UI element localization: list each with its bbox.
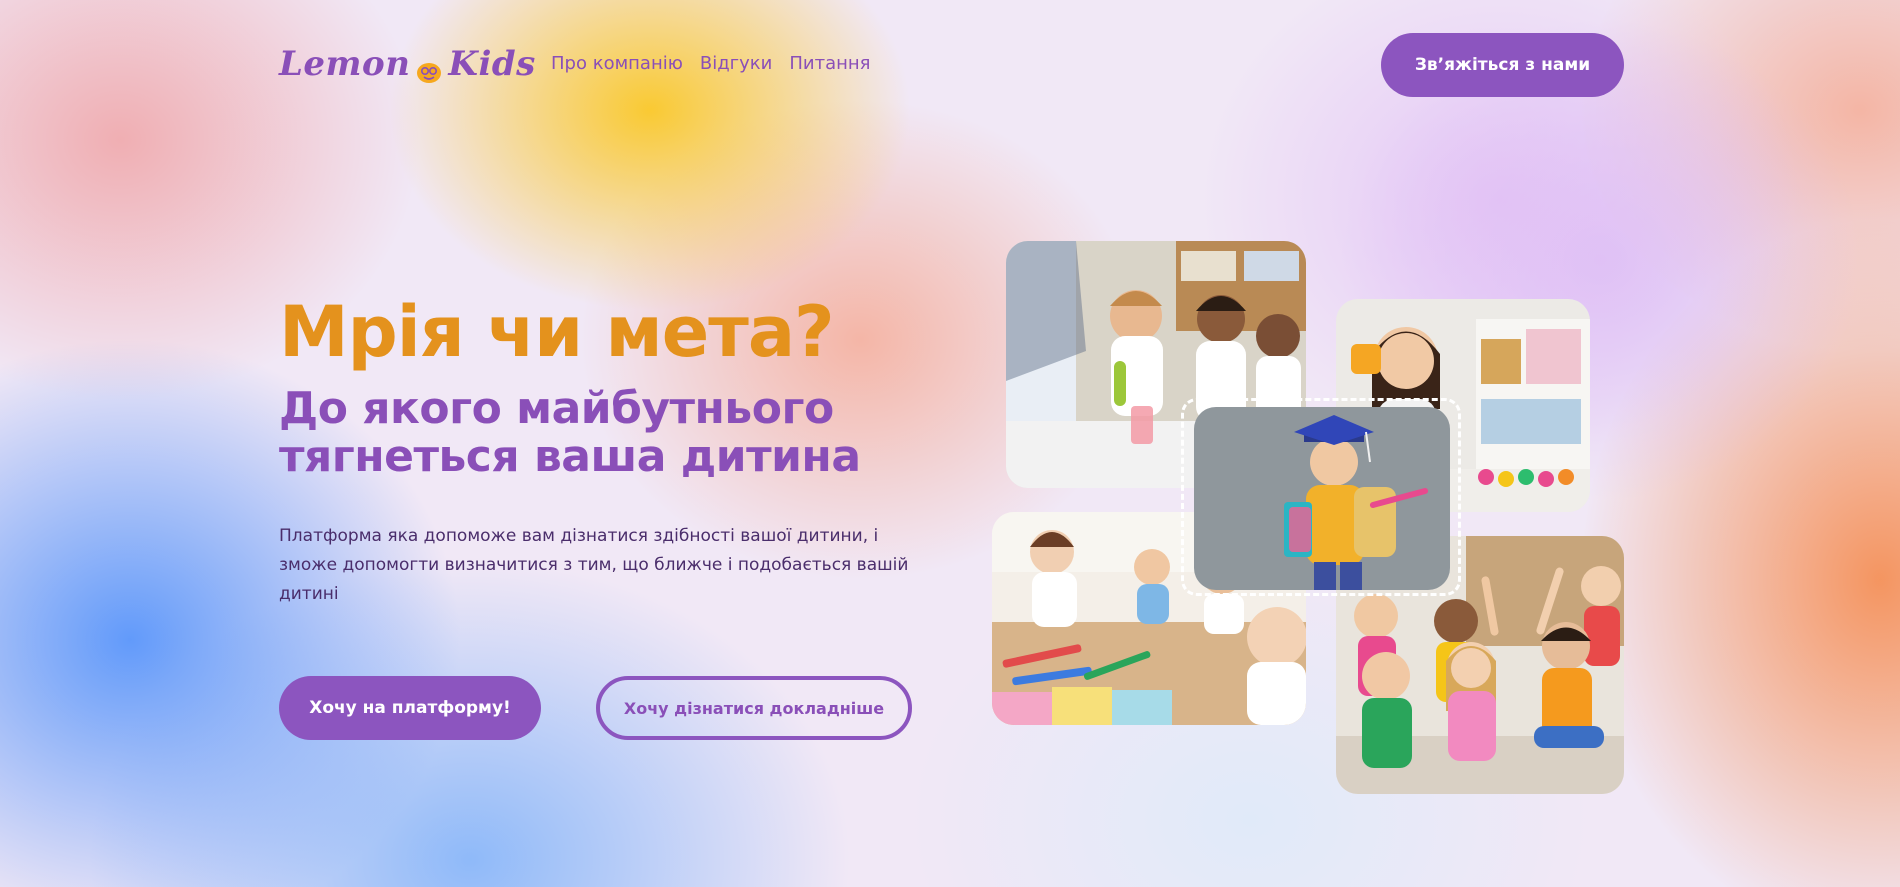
hero-subtitle: До якого майбутнього тягнеться ваша дити… [279,383,861,482]
logo-text-kids: Kids [448,44,536,84]
learn-more-button[interactable]: Хочу дізнатися докладніше [596,676,912,740]
main-nav: Про компанію Відгуки Питання [551,53,871,74]
hero-title: Мрія чи мета? [279,291,835,373]
nav-item-about[interactable]: Про компанію [551,53,683,74]
lemon-face-icon [416,53,442,83]
logo[interactable]: Lemon Kids [279,44,536,84]
nav-item-reviews[interactable]: Відгуки [700,53,772,74]
contact-us-button[interactable]: Зв’яжіться з нами [1381,33,1624,97]
nav-item-questions[interactable]: Питання [789,53,870,74]
join-platform-button[interactable]: Хочу на платформу! [279,676,541,740]
photo-highlight-frame [1181,398,1461,596]
hero-description: Платформа яка допоможе вам дізнатися зді… [279,526,909,604]
logo-text-lemon: Lemon [279,44,411,84]
